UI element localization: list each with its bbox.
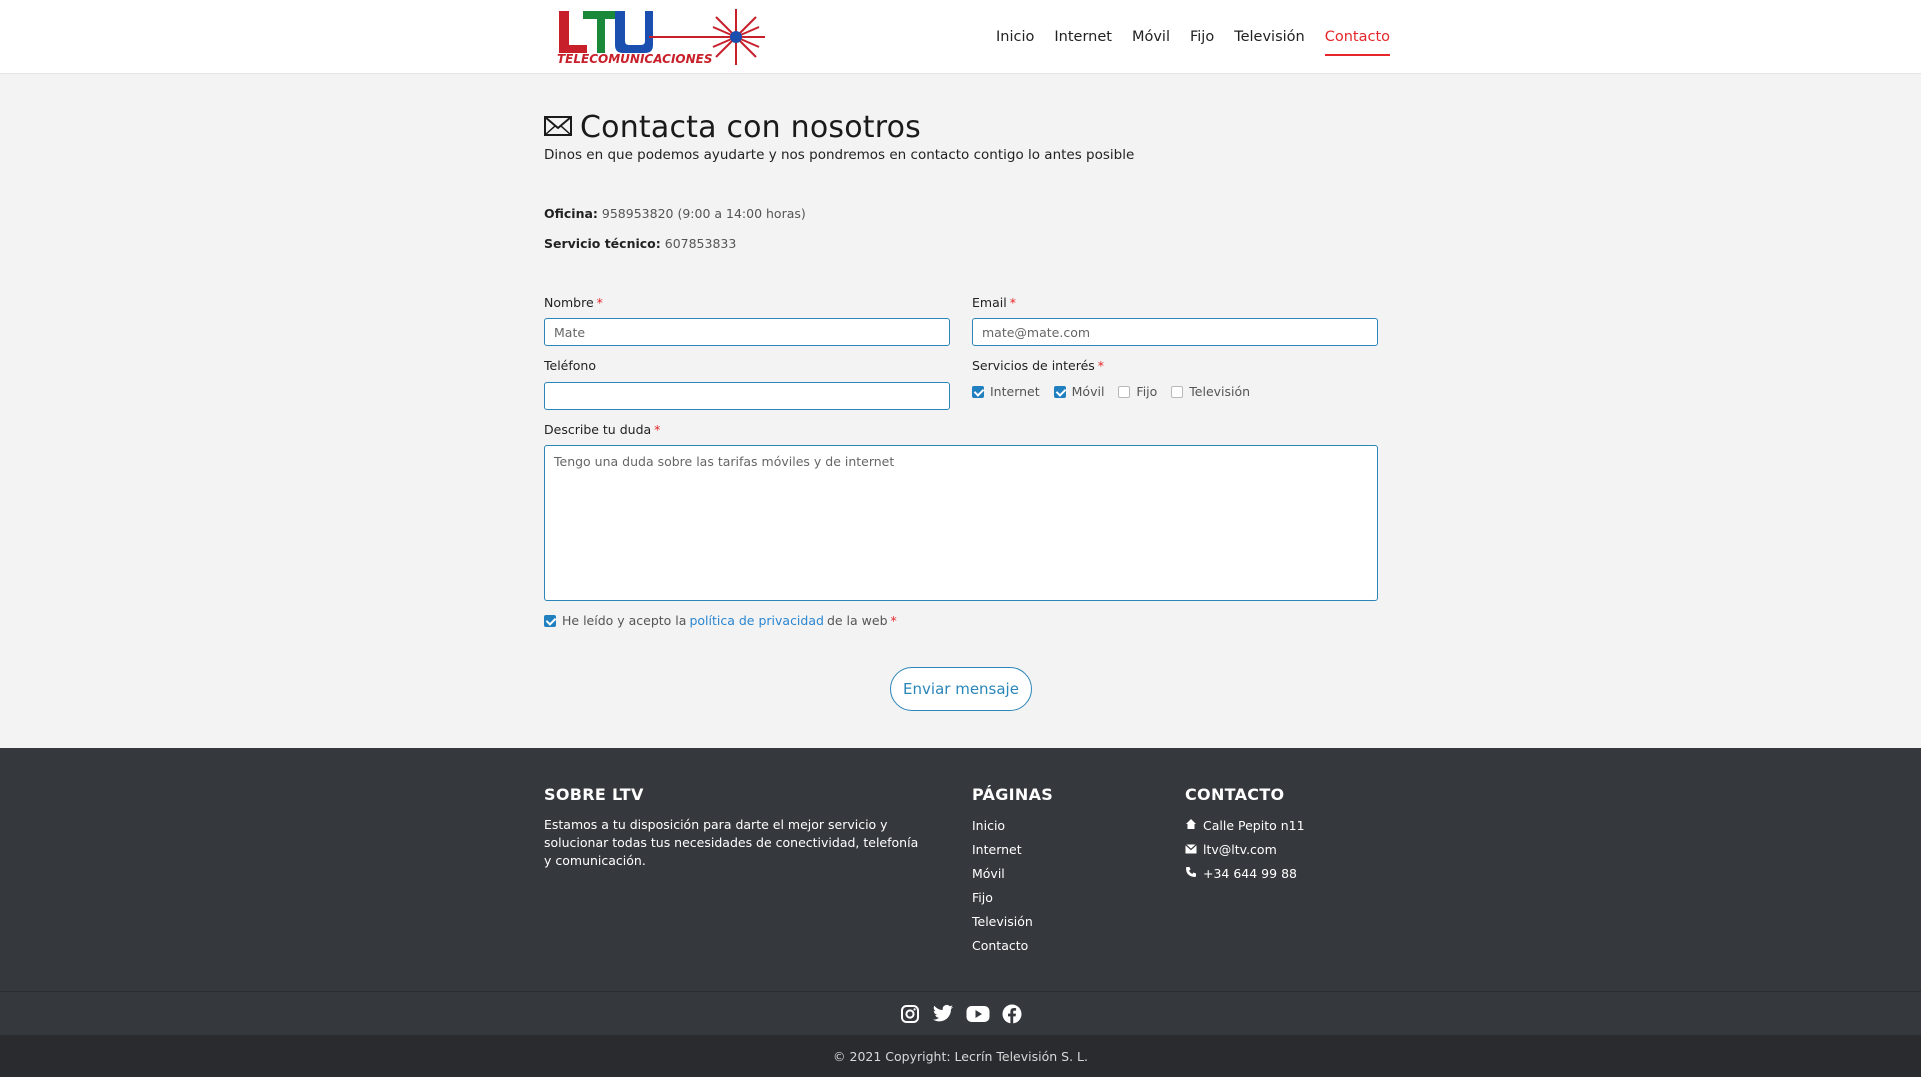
- tech-label: Servicio técnico:: [544, 236, 661, 251]
- pages-title: PÁGINAS: [972, 785, 1054, 804]
- about-title: SOBRE LTV: [544, 785, 644, 804]
- office-value: 958953820 (9:00 a 14:00 horas): [601, 206, 806, 221]
- telefono-input[interactable]: [544, 382, 950, 410]
- nav-fijo[interactable]: Fijo: [1190, 25, 1214, 49]
- copyright-text: © 2021 Copyright: Lecrín Televisión S. L…: [833, 1048, 1088, 1064]
- tech-service-info: Servicio técnico: 607853833: [544, 236, 736, 251]
- nav-internet[interactable]: Internet: [1054, 25, 1112, 49]
- privacy-checkbox[interactable]: [544, 614, 556, 627]
- facebook-icon[interactable]: [1002, 1004, 1022, 1024]
- page-subtitle: Dinos en que podemos ayudarte y nos pond…: [544, 147, 1135, 163]
- footer-link-internet[interactable]: Internet: [972, 842, 1022, 857]
- nav-contacto[interactable]: Contacto: [1324, 25, 1391, 56]
- privacy-pre-text: He leído y acepto la: [562, 613, 687, 628]
- telefono-label: Teléfono: [544, 358, 596, 373]
- footer-phone[interactable]: +34 644 99 88: [1185, 866, 1297, 881]
- about-text: Estamos a tu disposición para darte el m…: [544, 817, 919, 868]
- footer-link-inicio[interactable]: Inicio: [972, 818, 1005, 833]
- required-mark: *: [890, 613, 897, 628]
- servicio-fijo[interactable]: Fijo: [1118, 384, 1157, 399]
- nombre-input[interactable]: [544, 318, 950, 346]
- contact-title: CONTACTO: [1185, 785, 1285, 804]
- duda-textarea[interactable]: Tengo una duda sobre las tarifas móviles…: [544, 445, 1378, 601]
- servicio-internet[interactable]: Internet: [972, 384, 1040, 399]
- privacy-post-text: de la web: [826, 613, 888, 628]
- nav-movil[interactable]: Móvil: [1132, 25, 1170, 49]
- nombre-label: Nombre *: [544, 295, 603, 310]
- instagram-icon[interactable]: [900, 1004, 920, 1024]
- footer-address: Calle Pepito n11: [1185, 818, 1305, 833]
- servicio-television[interactable]: Televisión: [1171, 384, 1250, 399]
- footer-link-movil[interactable]: Móvil: [972, 866, 1005, 881]
- page-header: Contacta con nosotros: [544, 110, 921, 145]
- footer-link-television[interactable]: Televisión: [972, 914, 1033, 929]
- tech-value: 607853833: [664, 236, 737, 251]
- servicios-group: Internet Móvil Fijo Televisión: [972, 384, 1264, 399]
- office-label: Oficina:: [544, 206, 598, 221]
- page-title: Contacta con nosotros: [580, 110, 922, 145]
- privacy-policy-link[interactable]: política de privacidad: [689, 613, 824, 628]
- checkbox-internet[interactable]: [972, 385, 984, 398]
- privacy-consent: He leído y acepto la política de privaci…: [544, 613, 897, 628]
- mail-icon: [1185, 842, 1203, 857]
- nav-television[interactable]: Televisión: [1234, 25, 1305, 49]
- youtube-icon[interactable]: [966, 1005, 990, 1023]
- nav-inicio[interactable]: Inicio: [996, 25, 1034, 49]
- ltv-logo[interactable]: TELECOMUNICACIONES: [553, 5, 769, 69]
- site-header: TELECOMUNICACIONES Inicio Internet Móvil…: [0, 0, 1921, 74]
- email-input[interactable]: [972, 318, 1378, 346]
- main-nav: Inicio Internet Móvil Fijo Televisión Co…: [996, 0, 1410, 74]
- logo-subtext: TELECOMUNICACIONES: [557, 52, 713, 66]
- checkbox-fijo[interactable]: [1118, 385, 1131, 398]
- twitter-icon[interactable]: [932, 1004, 954, 1024]
- footer-link-contacto[interactable]: Contacto: [972, 938, 1028, 953]
- checkbox-television[interactable]: [1171, 385, 1184, 398]
- home-icon: [1185, 818, 1203, 833]
- copyright-bar: © 2021 Copyright: Lecrín Televisión S. L…: [0, 1035, 1921, 1077]
- servicios-label: Servicios de interés *: [972, 358, 1105, 373]
- office-info: Oficina: 958953820 (9:00 a 14:00 horas): [544, 206, 806, 221]
- footer-email[interactable]: ltv@ltv.com: [1185, 842, 1277, 857]
- footer-link-fijo[interactable]: Fijo: [972, 890, 993, 905]
- email-label: Email *: [972, 295, 1016, 310]
- envelope-icon: [544, 115, 580, 140]
- checkbox-movil[interactable]: [1053, 385, 1066, 398]
- contact-section: [0, 74, 1921, 748]
- duda-label: Describe tu duda *: [544, 422, 661, 437]
- social-bar: [0, 991, 1921, 1035]
- send-message-button[interactable]: Enviar mensaje: [890, 667, 1032, 711]
- phone-icon: [1185, 866, 1203, 881]
- site-footer: SOBRE LTV Estamos a tu disposición para …: [0, 748, 1921, 991]
- servicio-movil[interactable]: Móvil: [1053, 384, 1104, 399]
